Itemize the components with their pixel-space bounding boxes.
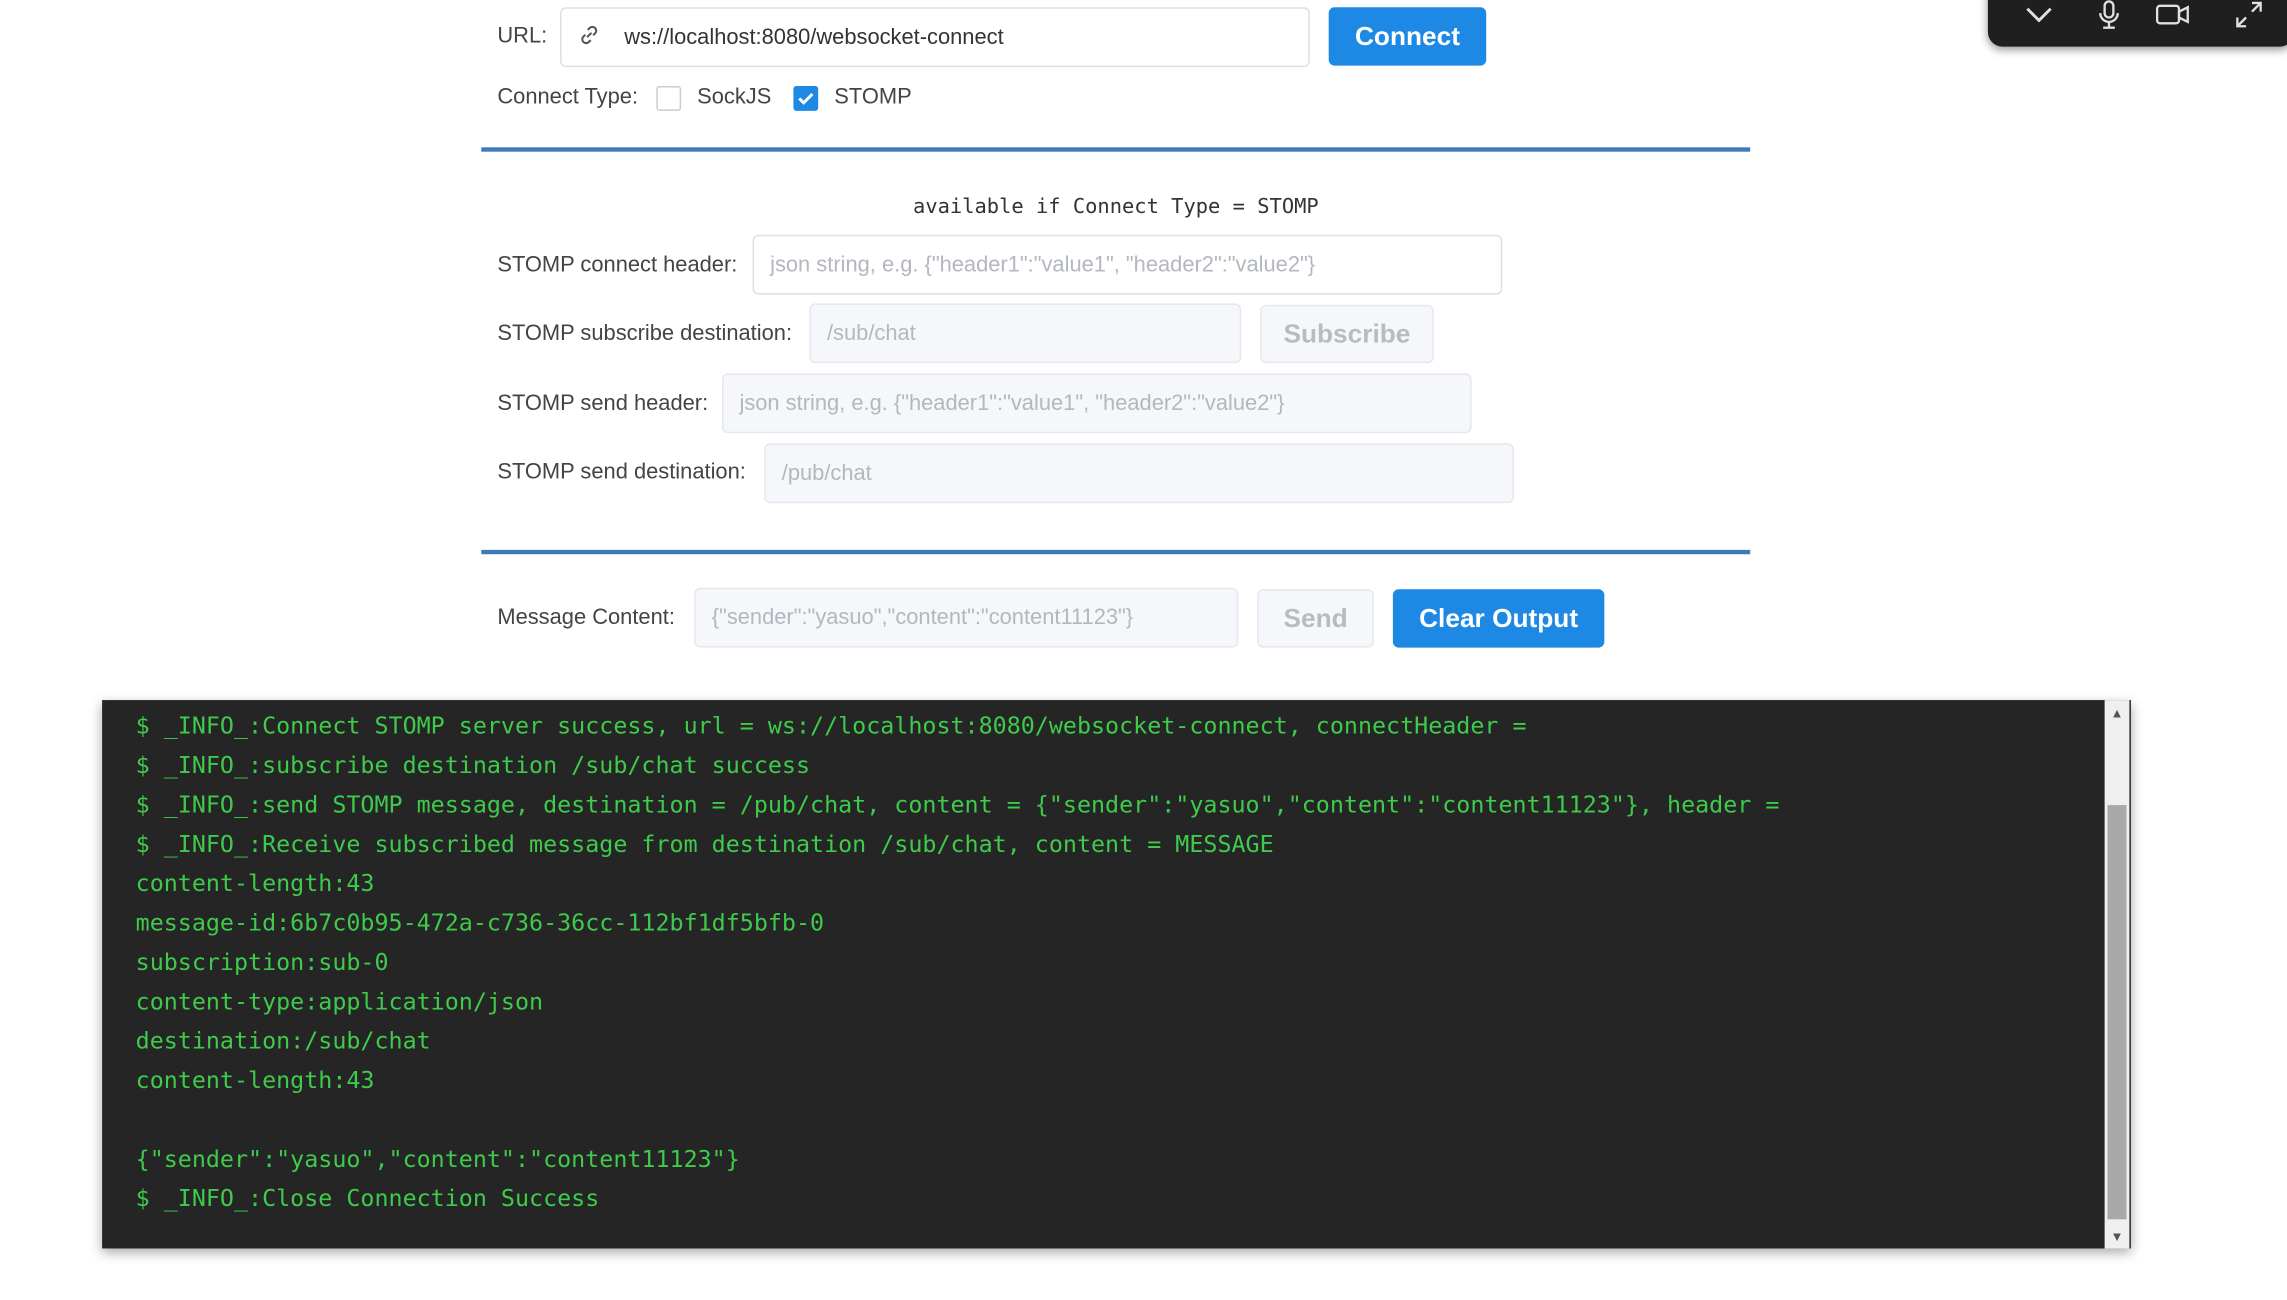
stomp-availability-note: available if Connect Type = STOMP [913, 195, 1319, 219]
url-value: ws://localhost:8080/websocket-connect [624, 24, 1004, 50]
console-scrollbar[interactable]: ▲ ▼ [2104, 700, 2130, 1249]
subscribe-button[interactable]: Subscribe [1260, 304, 1434, 364]
output-console[interactable]: $ _INFO_:Connect STOMP server success, u… [102, 700, 2131, 1249]
message-content-input[interactable]: {"sender":"yasuo","content":"content1112… [694, 587, 1239, 648]
connect-button[interactable]: Connect [1328, 7, 1487, 66]
section-divider [481, 147, 1751, 152]
link-icon [578, 23, 607, 52]
console-line: {"sender":"yasuo","content":"content1112… [135, 1144, 740, 1173]
console-line: subscription:sub-0 [135, 948, 389, 976]
message-content-placeholder: {"sender":"yasuo","content":"content1112… [711, 605, 1134, 631]
microphone-icon[interactable] [2093, 0, 2125, 38]
console-line: $ _INFO_:Connect STOMP server success, u… [135, 711, 1527, 740]
scroll-down-icon[interactable]: ▼ [2110, 1230, 2123, 1245]
message-content-label: Message Content: [497, 605, 675, 631]
console-line: destination:/sub/chat [135, 1026, 431, 1055]
stomp-send-header-placeholder: json string, e.g. {"header1":"value1", "… [739, 390, 1285, 416]
url-label: URL: [497, 23, 548, 49]
console-line: content-type:application/json [135, 987, 544, 1016]
output-lines: $ _INFO_:Connect STOMP server success, u… [136, 706, 1780, 1218]
scroll-thumb[interactable] [2107, 805, 2127, 1220]
clear-output-button[interactable]: Clear Output [1392, 589, 1605, 648]
connect-type-label: Connect Type: [497, 84, 639, 110]
stomp-checkbox[interactable] [793, 86, 819, 111]
console-line: message-id:6b7c0b95-472a-c736-36cc-112bf… [135, 908, 825, 937]
send-button[interactable]: Send [1257, 589, 1374, 648]
console-line: content-length:43 [135, 1066, 375, 1094]
stomp-label: STOMP [834, 84, 912, 110]
stomp-subscribe-destination-input[interactable]: /sub/chat [809, 303, 1242, 364]
section-divider [481, 549, 1751, 555]
stomp-subscribe-destination-placeholder: /sub/chat [826, 320, 916, 346]
chevron-down-icon[interactable] [2023, 0, 2055, 38]
scroll-up-icon[interactable]: ▲ [2110, 706, 2123, 721]
stomp-send-destination-placeholder: /pub/chat [781, 460, 872, 486]
url-input[interactable]: ws://localhost:8080/websocket-connect [560, 7, 1310, 68]
expand-icon[interactable] [2233, 0, 2265, 38]
stomp-send-destination-input[interactable]: /pub/chat [764, 443, 1514, 504]
console-line: $ _INFO_:Close Connection Success [135, 1184, 600, 1213]
camera-icon[interactable] [2154, 0, 2192, 38]
stomp-send-header-label: STOMP send header: [497, 390, 709, 416]
sockjs-label: SockJS [697, 84, 772, 110]
stomp-connect-header-label: STOMP connect header: [497, 252, 738, 278]
console-line: $ _INFO_:subscribe destination /sub/chat… [135, 751, 811, 779]
console-line: content-length:43 [135, 869, 375, 897]
checkmark-icon [798, 93, 814, 105]
console-line: $ _INFO_:send STOMP message, destination… [135, 790, 1780, 819]
console-line: $ _INFO_:Receive subscribed message from… [135, 829, 1274, 858]
sockjs-checkbox[interactable] [656, 86, 682, 111]
page: URL: ws://localhost:8080/websocket-conne… [0, 0, 2287, 1297]
stomp-subscribe-destination-label: STOMP subscribe destination: [497, 320, 793, 346]
stomp-connect-header-placeholder: json string, e.g. {"header1":"value1", "… [770, 252, 1316, 278]
stomp-send-destination-label: STOMP send destination: [497, 459, 746, 485]
stomp-connect-header-input[interactable]: json string, e.g. {"header1":"value1", "… [752, 234, 1503, 295]
stomp-send-header-input[interactable]: json string, e.g. {"header1":"value1", "… [721, 373, 1472, 434]
call-toolbar [1987, 0, 2287, 47]
